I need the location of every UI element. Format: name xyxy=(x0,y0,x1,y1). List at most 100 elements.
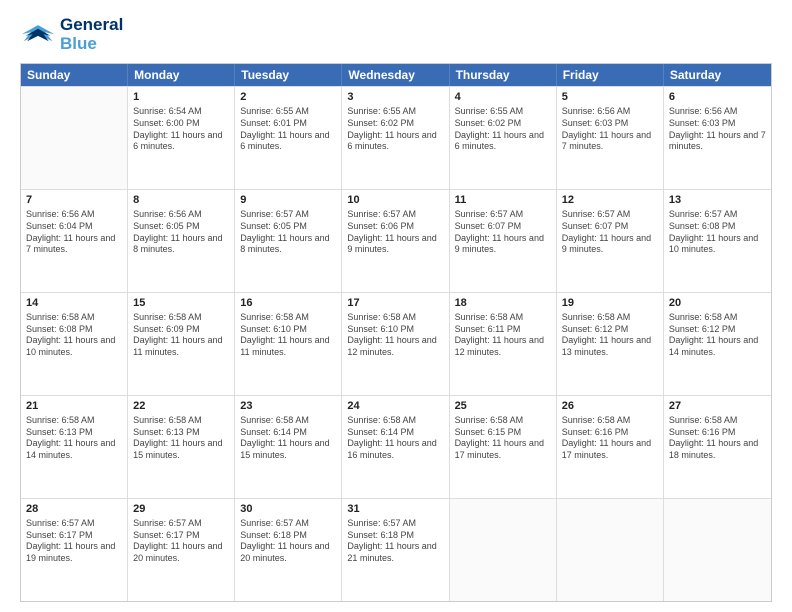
cell-info: Sunrise: 6:57 AM Sunset: 6:08 PM Dayligh… xyxy=(669,209,766,256)
cell-info: Sunrise: 6:58 AM Sunset: 6:13 PM Dayligh… xyxy=(133,415,229,462)
day-number: 26 xyxy=(562,399,658,414)
day-number: 14 xyxy=(26,296,122,311)
cal-cell-0-6: 6Sunrise: 6:56 AM Sunset: 6:03 PM Daylig… xyxy=(664,87,771,189)
cell-info: Sunrise: 6:56 AM Sunset: 6:03 PM Dayligh… xyxy=(562,106,658,153)
calendar-body: 1Sunrise: 6:54 AM Sunset: 6:00 PM Daylig… xyxy=(21,86,771,601)
cal-cell-3-6: 27Sunrise: 6:58 AM Sunset: 6:16 PM Dayli… xyxy=(664,396,771,498)
day-number: 5 xyxy=(562,90,658,105)
cell-info: Sunrise: 6:54 AM Sunset: 6:00 PM Dayligh… xyxy=(133,106,229,153)
day-number: 25 xyxy=(455,399,551,414)
day-number: 28 xyxy=(26,502,122,517)
cal-cell-1-1: 8Sunrise: 6:56 AM Sunset: 6:05 PM Daylig… xyxy=(128,190,235,292)
cell-info: Sunrise: 6:56 AM Sunset: 6:03 PM Dayligh… xyxy=(669,106,766,153)
cal-cell-2-4: 18Sunrise: 6:58 AM Sunset: 6:11 PM Dayli… xyxy=(450,293,557,395)
day-number: 15 xyxy=(133,296,229,311)
day-number: 24 xyxy=(347,399,443,414)
cal-cell-0-3: 3Sunrise: 6:55 AM Sunset: 6:02 PM Daylig… xyxy=(342,87,449,189)
day-number: 4 xyxy=(455,90,551,105)
cal-cell-3-2: 23Sunrise: 6:58 AM Sunset: 6:14 PM Dayli… xyxy=(235,396,342,498)
cell-info: Sunrise: 6:58 AM Sunset: 6:12 PM Dayligh… xyxy=(562,312,658,359)
cal-cell-3-1: 22Sunrise: 6:58 AM Sunset: 6:13 PM Dayli… xyxy=(128,396,235,498)
day-number: 17 xyxy=(347,296,443,311)
weekday-header-sunday: Sunday xyxy=(21,64,128,86)
cell-info: Sunrise: 6:55 AM Sunset: 6:02 PM Dayligh… xyxy=(455,106,551,153)
calendar-row-0: 1Sunrise: 6:54 AM Sunset: 6:00 PM Daylig… xyxy=(21,86,771,189)
day-number: 8 xyxy=(133,193,229,208)
cal-cell-4-4 xyxy=(450,499,557,601)
day-number: 31 xyxy=(347,502,443,517)
cal-cell-0-5: 5Sunrise: 6:56 AM Sunset: 6:03 PM Daylig… xyxy=(557,87,664,189)
cal-cell-4-3: 31Sunrise: 6:57 AM Sunset: 6:18 PM Dayli… xyxy=(342,499,449,601)
cell-info: Sunrise: 6:58 AM Sunset: 6:10 PM Dayligh… xyxy=(347,312,443,359)
cell-info: Sunrise: 6:56 AM Sunset: 6:04 PM Dayligh… xyxy=(26,209,122,256)
cell-info: Sunrise: 6:58 AM Sunset: 6:16 PM Dayligh… xyxy=(669,415,766,462)
day-number: 30 xyxy=(240,502,336,517)
day-number: 7 xyxy=(26,193,122,208)
day-number: 9 xyxy=(240,193,336,208)
cal-cell-1-5: 12Sunrise: 6:57 AM Sunset: 6:07 PM Dayli… xyxy=(557,190,664,292)
weekday-header-friday: Friday xyxy=(557,64,664,86)
cal-cell-3-0: 21Sunrise: 6:58 AM Sunset: 6:13 PM Dayli… xyxy=(21,396,128,498)
cell-info: Sunrise: 6:58 AM Sunset: 6:12 PM Dayligh… xyxy=(669,312,766,359)
day-number: 10 xyxy=(347,193,443,208)
cal-cell-3-3: 24Sunrise: 6:58 AM Sunset: 6:14 PM Dayli… xyxy=(342,396,449,498)
cal-cell-0-2: 2Sunrise: 6:55 AM Sunset: 6:01 PM Daylig… xyxy=(235,87,342,189)
cell-info: Sunrise: 6:57 AM Sunset: 6:07 PM Dayligh… xyxy=(562,209,658,256)
cell-info: Sunrise: 6:58 AM Sunset: 6:15 PM Dayligh… xyxy=(455,415,551,462)
cal-cell-3-5: 26Sunrise: 6:58 AM Sunset: 6:16 PM Dayli… xyxy=(557,396,664,498)
cell-info: Sunrise: 6:58 AM Sunset: 6:08 PM Dayligh… xyxy=(26,312,122,359)
day-number: 13 xyxy=(669,193,766,208)
cell-info: Sunrise: 6:57 AM Sunset: 6:07 PM Dayligh… xyxy=(455,209,551,256)
cal-cell-1-6: 13Sunrise: 6:57 AM Sunset: 6:08 PM Dayli… xyxy=(664,190,771,292)
cal-cell-4-6 xyxy=(664,499,771,601)
weekday-header-wednesday: Wednesday xyxy=(342,64,449,86)
cell-info: Sunrise: 6:58 AM Sunset: 6:14 PM Dayligh… xyxy=(240,415,336,462)
day-number: 22 xyxy=(133,399,229,414)
day-number: 27 xyxy=(669,399,766,414)
day-number: 19 xyxy=(562,296,658,311)
day-number: 21 xyxy=(26,399,122,414)
cal-cell-2-2: 16Sunrise: 6:58 AM Sunset: 6:10 PM Dayli… xyxy=(235,293,342,395)
cal-cell-2-5: 19Sunrise: 6:58 AM Sunset: 6:12 PM Dayli… xyxy=(557,293,664,395)
day-number: 1 xyxy=(133,90,229,105)
calendar-row-2: 14Sunrise: 6:58 AM Sunset: 6:08 PM Dayli… xyxy=(21,292,771,395)
cal-cell-1-2: 9Sunrise: 6:57 AM Sunset: 6:05 PM Daylig… xyxy=(235,190,342,292)
weekday-header-saturday: Saturday xyxy=(664,64,771,86)
day-number: 29 xyxy=(133,502,229,517)
day-number: 16 xyxy=(240,296,336,311)
cal-cell-3-4: 25Sunrise: 6:58 AM Sunset: 6:15 PM Dayli… xyxy=(450,396,557,498)
cal-cell-1-0: 7Sunrise: 6:56 AM Sunset: 6:04 PM Daylig… xyxy=(21,190,128,292)
day-number: 2 xyxy=(240,90,336,105)
weekday-header-thursday: Thursday xyxy=(450,64,557,86)
cal-cell-4-5 xyxy=(557,499,664,601)
header: General Blue xyxy=(20,16,772,53)
calendar-row-3: 21 Sunrise: 6:58 AM Sunset: 6:13 PM Dayli… xyxy=(21,395,771,498)
cell-info: Sunrise: 6:55 AM Sunset: 6:02 PM Dayligh… xyxy=(347,106,443,153)
calendar-row-4: 28Sunrise: 6:57 AM Sunset: 6:17 PM Dayli… xyxy=(21,498,771,601)
cell-info: Sunrise: 6:55 AM Sunset: 6:01 PM Dayligh… xyxy=(240,106,336,153)
calendar-row-1: 7Sunrise: 6:56 AM Sunset: 6:04 PM Daylig… xyxy=(21,189,771,292)
day-number: 3 xyxy=(347,90,443,105)
cell-info: Sunrise: 6:56 AM Sunset: 6:05 PM Dayligh… xyxy=(133,209,229,256)
cal-cell-4-1: 29Sunrise: 6:57 AM Sunset: 6:17 PM Dayli… xyxy=(128,499,235,601)
day-number: 18 xyxy=(455,296,551,311)
weekday-header-monday: Monday xyxy=(128,64,235,86)
calendar-header: SundayMondayTuesdayWednesdayThursdayFrid… xyxy=(21,64,771,86)
cal-cell-0-0 xyxy=(21,87,128,189)
cal-cell-0-1: 1Sunrise: 6:54 AM Sunset: 6:00 PM Daylig… xyxy=(128,87,235,189)
cell-info: Sunrise: 6:57 AM Sunset: 6:05 PM Dayligh… xyxy=(240,209,336,256)
day-number: 23 xyxy=(240,399,336,414)
logo-text: General Blue xyxy=(60,16,123,53)
calendar: SundayMondayTuesdayWednesdayThursdayFrid… xyxy=(20,63,772,602)
cell-info: Sunrise: 6:57 AM Sunset: 6:18 PM Dayligh… xyxy=(347,518,443,565)
cal-cell-2-1: 15Sunrise: 6:58 AM Sunset: 6:09 PM Dayli… xyxy=(128,293,235,395)
cal-cell-4-0: 28Sunrise: 6:57 AM Sunset: 6:17 PM Dayli… xyxy=(21,499,128,601)
cell-info: Sunrise: 6:58 AM Sunset: 6:14 PM Dayligh… xyxy=(347,415,443,462)
cell-info: Sunrise: 6:58 AM Sunset: 6:09 PM Dayligh… xyxy=(133,312,229,359)
cal-cell-1-4: 11Sunrise: 6:57 AM Sunset: 6:07 PM Dayli… xyxy=(450,190,557,292)
day-number: 11 xyxy=(455,193,551,208)
cell-info: Sunrise: 6:58 AM Sunset: 6:11 PM Dayligh… xyxy=(455,312,551,359)
cell-info: Sunrise: 6:58 AM Sunset: 6:16 PM Dayligh… xyxy=(562,415,658,462)
logo: General Blue xyxy=(20,16,123,53)
cal-cell-1-3: 10Sunrise: 6:57 AM Sunset: 6:06 PM Dayli… xyxy=(342,190,449,292)
